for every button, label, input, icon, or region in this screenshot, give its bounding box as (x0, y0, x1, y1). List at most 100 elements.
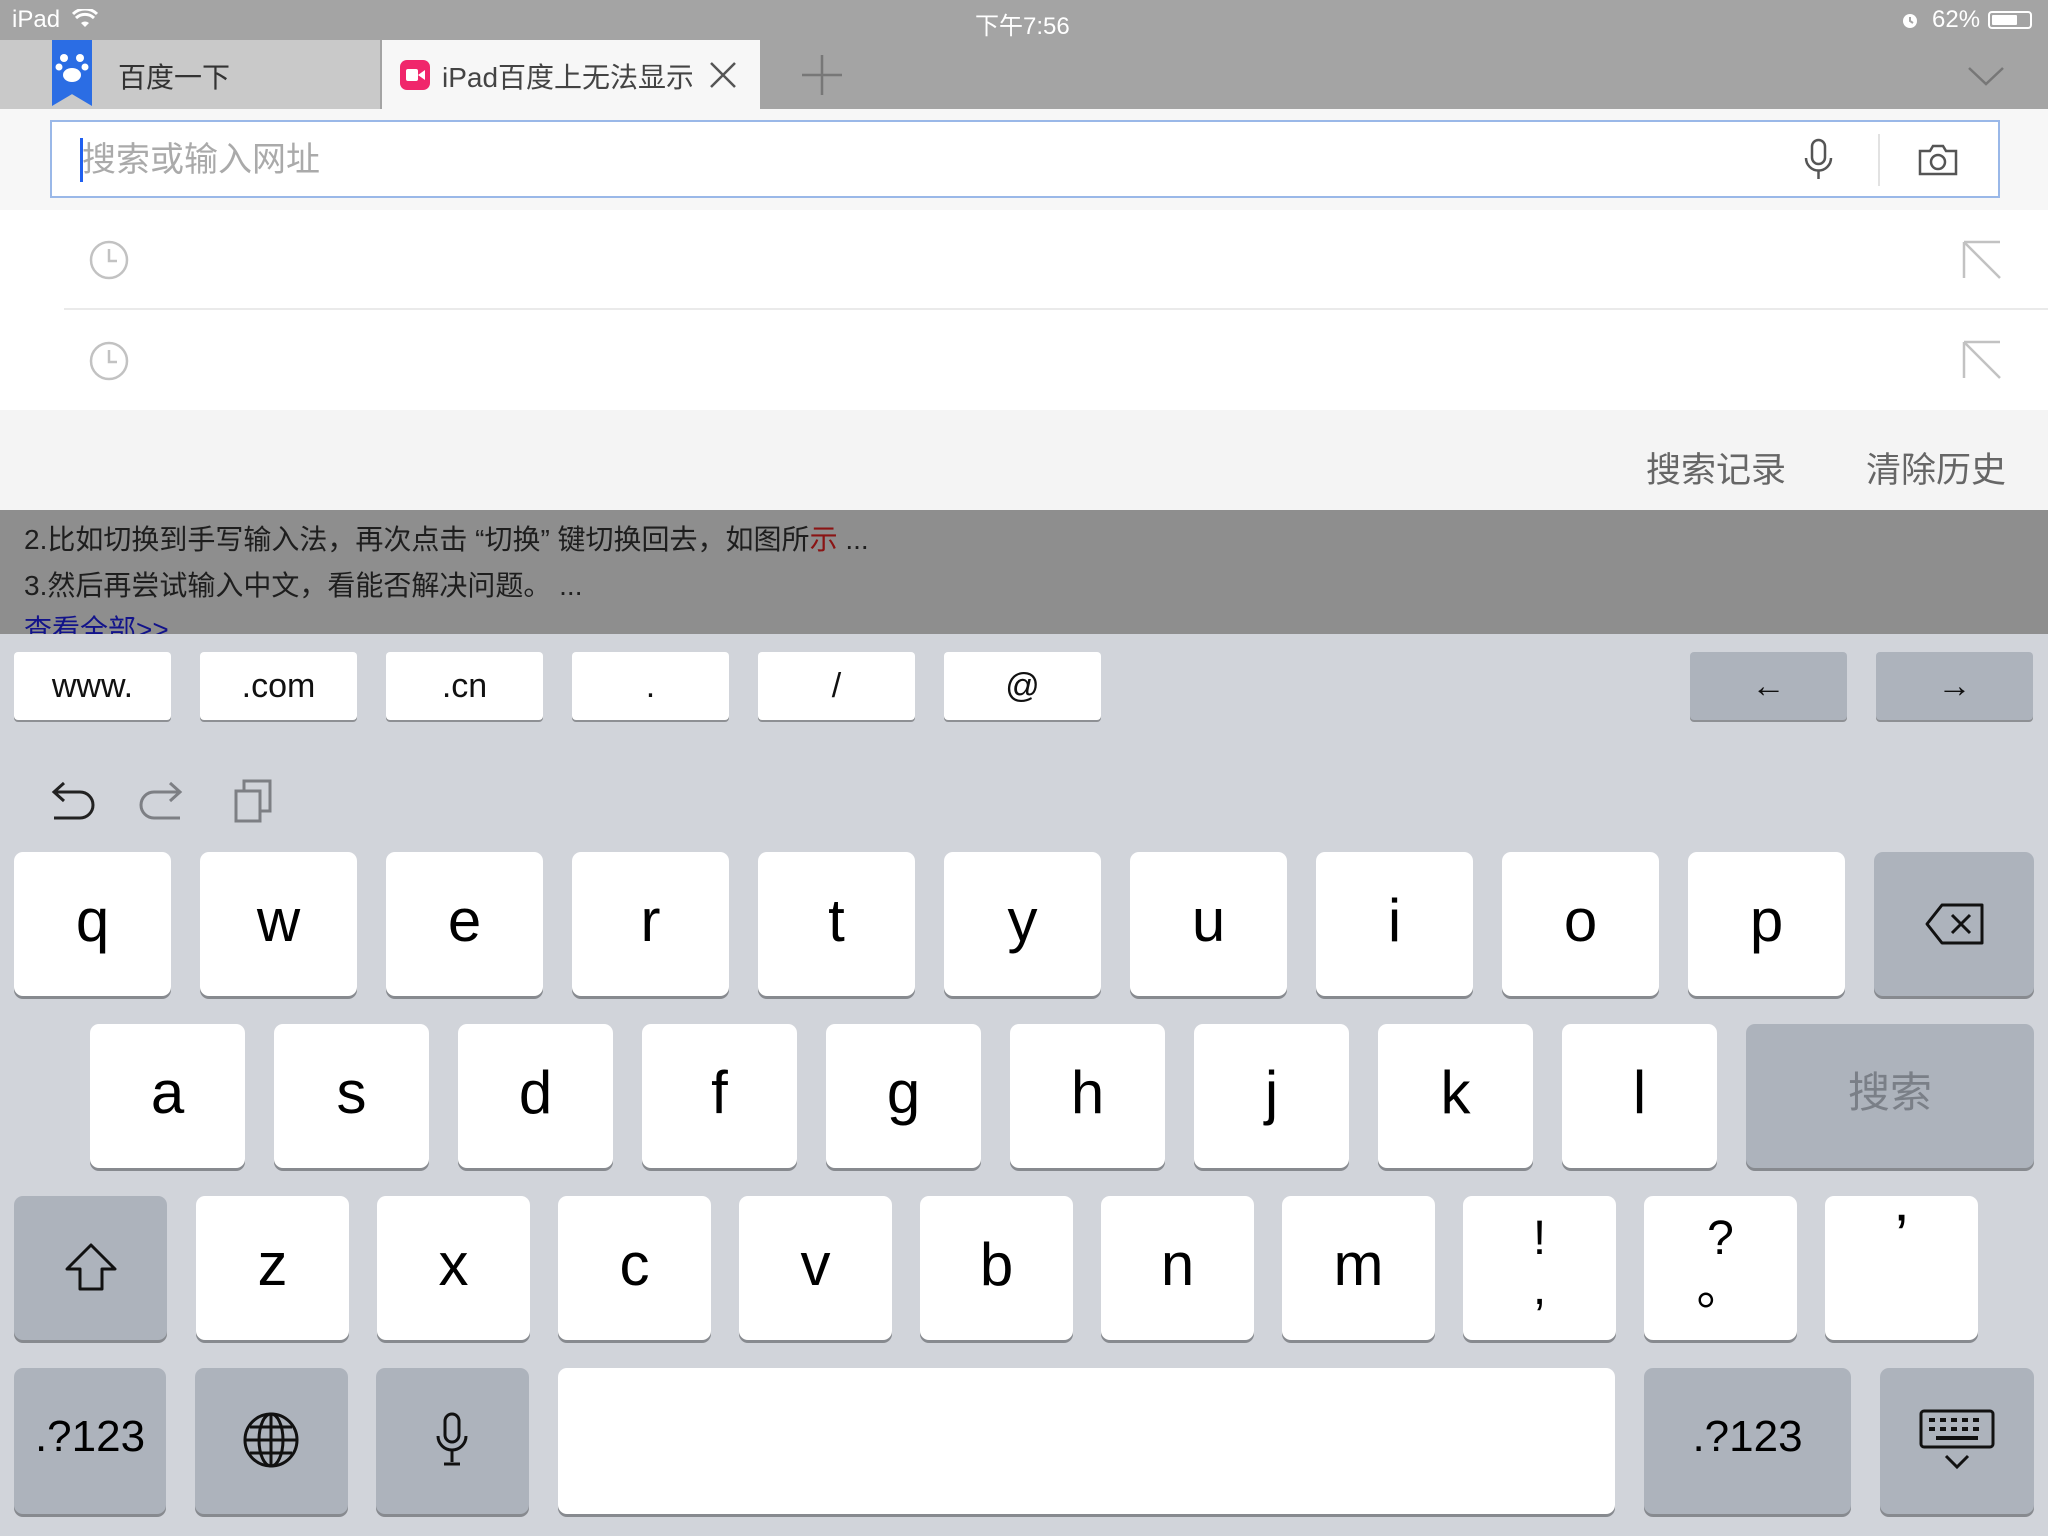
key-m[interactable]: m (1282, 1196, 1435, 1340)
paste-icon[interactable] (232, 778, 276, 824)
key-n[interactable]: n (1101, 1196, 1254, 1340)
key-label-top: ? (1707, 1212, 1734, 1265)
key-label: d (518, 1059, 553, 1126)
key-exclamation-comma[interactable]: ! , (1463, 1196, 1616, 1340)
key-r[interactable]: r (572, 852, 729, 996)
undo-icon[interactable] (46, 778, 96, 822)
key-apostrophe[interactable]: ’ (1825, 1196, 1978, 1340)
dictation-key[interactable] (376, 1368, 529, 1514)
key-b[interactable]: b (920, 1196, 1073, 1340)
cursor-left-button[interactable]: ← (1690, 652, 1847, 720)
key-label: e (447, 887, 482, 954)
key-d[interactable]: d (458, 1024, 613, 1168)
key-label: h (1070, 1059, 1105, 1126)
key-w[interactable]: w (200, 852, 357, 996)
clock-icon (89, 341, 129, 381)
status-bar: iPad 下午7:56 62% (0, 0, 2048, 40)
video-app-icon (400, 60, 430, 90)
shortcut-com[interactable]: .com (200, 652, 357, 720)
key-label: 搜索 (1847, 1069, 1932, 1116)
key-p[interactable]: p (1688, 852, 1845, 996)
key-l[interactable]: l (1562, 1024, 1717, 1168)
close-tab-icon[interactable] (708, 60, 738, 90)
history-item[interactable] (0, 210, 2048, 308)
key-e[interactable]: e (386, 852, 543, 996)
key-label: v (800, 1231, 831, 1298)
address-box (50, 120, 2000, 198)
key-a[interactable]: a (90, 1024, 245, 1168)
tab-title: iPad百度上无法显示 (442, 62, 692, 93)
tab-title: 百度一下 (118, 62, 231, 93)
divider (1878, 134, 1880, 186)
shortcut-cn[interactable]: .cn (386, 652, 543, 720)
arrow-left-icon: ← (1751, 667, 1786, 705)
shortcut-dot[interactable]: . (572, 652, 729, 720)
numbers-key-right[interactable]: .?123 (1644, 1368, 1851, 1514)
chevron-down-icon[interactable] (1966, 64, 2006, 88)
key-question-period[interactable]: ? 。 (1644, 1196, 1797, 1340)
key-i[interactable]: i (1316, 852, 1473, 996)
view-all-link[interactable]: 查看全部>> (24, 608, 169, 634)
key-c[interactable]: c (558, 1196, 711, 1340)
history-list (0, 210, 2048, 410)
tab-baidu[interactable]: 百度一下 (0, 40, 380, 109)
content-text: 2.比如切换到手写输入法，再次点击 “切换” 键切换回去，如图所 (24, 524, 810, 555)
tab-bar: 百度一下 iPad百度上无法显示 (0, 40, 2048, 109)
shift-icon (65, 1243, 117, 1291)
search-input[interactable] (80, 132, 1784, 188)
key-label: a (150, 1059, 185, 1126)
numbers-key-left[interactable]: .?123 (14, 1368, 166, 1514)
content-text: ... (837, 524, 869, 555)
key-f[interactable]: f (642, 1024, 797, 1168)
camera-icon[interactable] (1918, 144, 1958, 176)
key-g[interactable]: g (826, 1024, 981, 1168)
backspace-key[interactable] (1874, 852, 2034, 996)
shortcut-at[interactable]: @ (944, 652, 1101, 720)
backspace-icon (1925, 903, 1984, 945)
battery-icon (1988, 11, 2032, 29)
highlight-text: 示 (809, 524, 838, 555)
wifi-icon (72, 9, 98, 27)
microphone-icon[interactable] (1802, 138, 1836, 182)
redo-icon[interactable] (138, 778, 188, 822)
key-o[interactable]: o (1502, 852, 1659, 996)
key-label: q (75, 887, 110, 954)
key-y[interactable]: y (944, 852, 1101, 996)
key-z[interactable]: z (196, 1196, 349, 1340)
key-x[interactable]: x (377, 1196, 530, 1340)
globe-key[interactable] (195, 1368, 348, 1514)
arrow-up-left-icon[interactable] (1962, 240, 2002, 280)
clear-history-button[interactable]: 清除历史 (1866, 442, 2006, 493)
key-label: c (619, 1231, 650, 1298)
key-label: r (640, 887, 661, 954)
key-label: ’ (1894, 1202, 1909, 1269)
key-u[interactable]: u (1130, 852, 1287, 996)
new-tab-icon[interactable] (800, 53, 844, 97)
key-label: s (336, 1059, 367, 1126)
search-key[interactable]: 搜索 (1746, 1024, 2034, 1168)
shortcut-slash[interactable]: / (758, 652, 915, 720)
key-s[interactable]: s (274, 1024, 429, 1168)
tab-ipad-article[interactable]: iPad百度上无法显示 (382, 40, 760, 109)
key-h[interactable]: h (1010, 1024, 1165, 1168)
key-k[interactable]: k (1378, 1024, 1533, 1168)
shift-key[interactable] (14, 1196, 167, 1340)
arrow-up-left-icon[interactable] (1962, 340, 2002, 380)
key-label: y (1007, 887, 1038, 954)
search-records-button[interactable]: 搜索记录 (1646, 442, 1786, 493)
key-j[interactable]: j (1194, 1024, 1349, 1168)
page-content-dimmed: 2.比如切换到手写输入法，再次点击 “切换” 键切换回去，如图所示 ... 3.… (0, 510, 2048, 634)
key-q[interactable]: q (14, 852, 171, 996)
space-key[interactable] (558, 1368, 1615, 1514)
key-label: k (1440, 1059, 1471, 1126)
key-label: u (1191, 887, 1226, 954)
cursor-right-button[interactable]: → (1876, 652, 2033, 720)
key-label: w (256, 887, 301, 954)
alarm-icon (1903, 14, 1917, 28)
shortcut-www[interactable]: www. (14, 652, 171, 720)
dismiss-keyboard-key[interactable] (1880, 1368, 2034, 1514)
key-label-top: ! (1532, 1212, 1547, 1265)
key-t[interactable]: t (758, 852, 915, 996)
history-item[interactable] (0, 310, 2048, 408)
key-v[interactable]: v (739, 1196, 892, 1340)
